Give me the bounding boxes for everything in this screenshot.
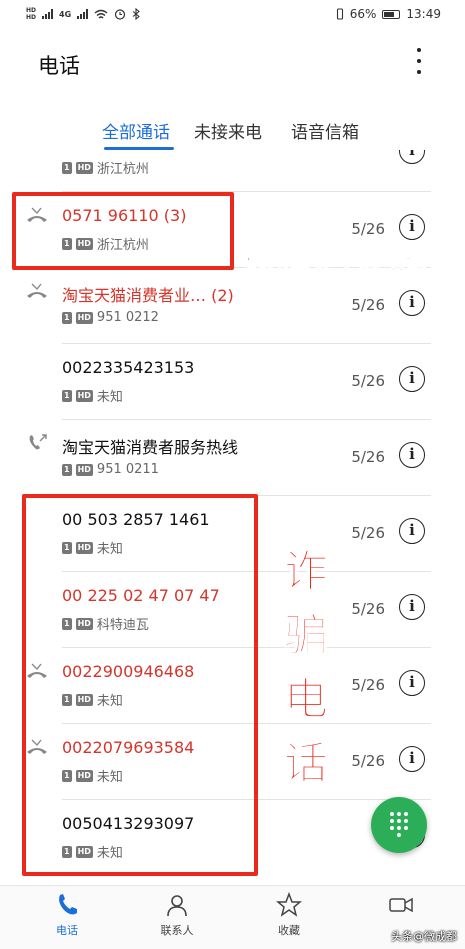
call-date: 5/26 xyxy=(351,600,385,618)
call-location: 未知 xyxy=(96,390,123,405)
dialpad-icon xyxy=(390,812,408,838)
nav-label: 电话 xyxy=(56,924,78,937)
call-row[interactable]: 0022335423153 1 HD 未知 5/26 i xyxy=(0,344,465,420)
status-right: 66% 13:49 xyxy=(336,7,441,21)
hd-indicators: HD HD xyxy=(26,7,36,21)
hd-badge: HD xyxy=(75,161,93,174)
info-icon[interactable]: i xyxy=(399,214,425,240)
info-icon[interactable]: i xyxy=(399,746,425,772)
wifi-icon xyxy=(94,9,108,19)
sim-badge: 1 xyxy=(62,463,72,476)
official-number-highlight xyxy=(12,192,234,270)
bottom-navigation: 电话 联系人 收藏 头条@微成都 xyxy=(0,885,465,949)
sim-badge: 1 xyxy=(62,161,72,174)
battery-icon xyxy=(382,9,401,19)
info-icon[interactable]: i xyxy=(399,670,425,696)
clock: 13:49 xyxy=(406,7,441,21)
call-row[interactable]: 1 HD 浙江杭州 i xyxy=(0,150,465,192)
hd-badge: HD xyxy=(75,463,93,476)
bluetooth-icon xyxy=(132,8,141,20)
call-date: 5/26 xyxy=(351,752,385,770)
star-icon xyxy=(276,892,302,917)
video-call-icon xyxy=(389,897,413,913)
call-date: 5/26 xyxy=(351,220,385,238)
nav-favorites[interactable]: 收藏 xyxy=(249,892,329,938)
info-icon[interactable]: i xyxy=(399,290,425,316)
sim-badge: 1 xyxy=(62,311,72,324)
tab-voicemail[interactable]: 语音信箱 xyxy=(291,118,359,143)
call-location: 951 0212 xyxy=(96,310,159,325)
info-icon[interactable]: i xyxy=(399,594,425,620)
watermark: 头条@微成都 xyxy=(391,930,457,943)
battery-percent: 66% xyxy=(349,7,377,21)
call-location: 浙江杭州 xyxy=(96,162,149,177)
battery-fill xyxy=(384,11,394,17)
signal-icon xyxy=(42,9,54,19)
info-icon[interactable]: i xyxy=(399,366,425,392)
outgoing-call-icon xyxy=(29,434,47,450)
call-date: 5/26 xyxy=(351,372,385,390)
call-meta: 1 HD 951 0212 xyxy=(62,310,159,325)
status-left: HD HD 4G xyxy=(26,7,141,21)
nav-label: 联系人 xyxy=(160,924,194,937)
status-bar: HD HD 4G 66% 13:49 xyxy=(0,0,465,30)
call-meta: 1 HD 浙江杭州 xyxy=(62,158,149,177)
tab-missed-calls[interactable]: 未接来电 xyxy=(194,118,262,143)
contacts-icon xyxy=(167,895,187,917)
nav-phone[interactable]: 电话 xyxy=(27,892,107,938)
call-row[interactable]: 淘宝天猫消费者服务热线 1 HD 951 0211 5/26 i xyxy=(0,420,465,496)
page-title: 电话 xyxy=(38,54,80,78)
call-number: 淘宝天猫消费者业… (2) xyxy=(62,286,234,305)
official-number-annotation: 杭州反诈中心电话 xyxy=(243,250,429,276)
call-location: 951 0211 xyxy=(96,462,159,477)
vibrate-icon xyxy=(336,8,343,20)
scam-numbers-annotation: 诈骗电话 xyxy=(284,546,329,790)
hd-badge-2: HD xyxy=(26,14,37,21)
alarm-icon xyxy=(115,9,126,20)
nav-contacts[interactable]: 联系人 xyxy=(137,892,217,938)
hd-badge-1: HD xyxy=(26,7,37,14)
call-date: 5/26 xyxy=(351,524,385,542)
call-date: 5/26 xyxy=(351,676,385,694)
info-icon[interactable]: i xyxy=(399,150,425,164)
missed-call-icon xyxy=(27,283,47,298)
hd-badge: HD xyxy=(75,389,93,402)
network-type: 4G xyxy=(59,9,72,19)
nav-video[interactable] xyxy=(361,892,441,922)
call-date: 5/26 xyxy=(351,296,385,314)
sim-badge: 1 xyxy=(62,389,72,402)
hd-badge: HD xyxy=(75,311,93,324)
signal-icon-2 xyxy=(77,9,89,19)
tab-all-calls[interactable]: 全部通话 xyxy=(102,118,170,143)
call-number: 淘宝天猫消费者服务热线 xyxy=(62,438,239,457)
info-icon[interactable]: i xyxy=(399,442,425,468)
info-icon[interactable]: i xyxy=(399,518,425,544)
more-options-icon[interactable] xyxy=(415,48,423,74)
app-bar: 电话 xyxy=(0,40,465,88)
call-date: 5/26 xyxy=(351,448,385,466)
call-number: 0022335423153 xyxy=(62,358,195,377)
scam-numbers-highlight xyxy=(22,494,258,876)
call-meta: 1 HD 未知 xyxy=(62,386,123,405)
call-meta: 1 HD 951 0211 xyxy=(62,462,159,477)
call-log-tabs: 全部通话 未接来电 语音信箱 xyxy=(0,112,465,150)
dialpad-button[interactable] xyxy=(371,797,427,853)
nav-label: 收藏 xyxy=(278,924,300,937)
call-row[interactable]: 淘宝天猫消费者业… (2) 1 HD 951 0212 5/26 i xyxy=(0,268,465,344)
phone-icon xyxy=(59,894,77,915)
